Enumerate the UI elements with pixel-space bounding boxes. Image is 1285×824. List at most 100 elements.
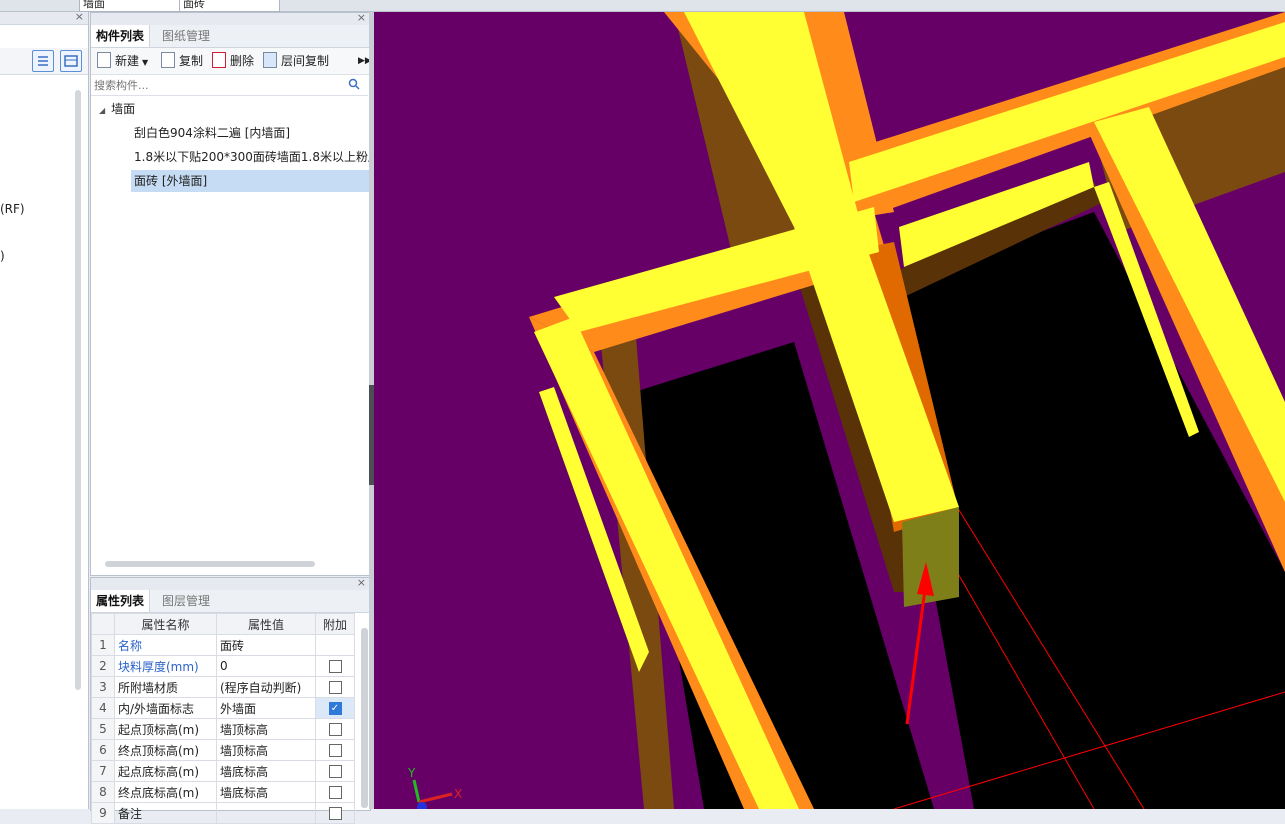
property-name: 起点底标高(m) xyxy=(114,760,217,782)
property-value[interactable]: 面砖 xyxy=(216,634,316,656)
top-cell-1[interactable]: 墙面 xyxy=(79,0,180,12)
tab-drawing-management[interactable]: 图纸管理 xyxy=(157,25,215,47)
search-icon[interactable] xyxy=(348,78,360,93)
table-row[interactable]: 4 内/外墙面标志 外墙面 ✓ xyxy=(91,697,355,719)
extra-checkbox[interactable] xyxy=(328,765,342,778)
property-value[interactable]: 墙顶标高 xyxy=(216,739,316,761)
extra-cell xyxy=(315,781,355,803)
list-view-icon[interactable] xyxy=(32,50,54,72)
table-row[interactable]: 5 起点顶标高(m) 墙顶标高 xyxy=(91,718,355,740)
property-value[interactable]: 墙顶标高 xyxy=(216,718,316,740)
grid-view-icon[interactable] xyxy=(60,50,82,72)
delete-button[interactable]: 删除 xyxy=(212,48,254,74)
collapse-triangle-icon[interactable]: ◢ xyxy=(99,106,105,115)
row-number: 5 xyxy=(91,718,115,740)
left-fragment-rf: (RF) xyxy=(0,202,25,216)
extra-cell xyxy=(315,802,355,824)
extra-checkbox[interactable] xyxy=(328,786,342,799)
property-name: 起点顶标高(m) xyxy=(114,718,217,740)
row-number: 6 xyxy=(91,739,115,761)
tab-property-list[interactable]: 属性列表 xyxy=(91,590,151,612)
close-icon[interactable]: × xyxy=(357,576,366,589)
extra-cell xyxy=(315,739,355,761)
table-row[interactable]: 6 终点顶标高(m) 墙顶标高 xyxy=(91,739,355,761)
copy-button[interactable]: 复制 xyxy=(161,48,203,74)
left-panel-toolbar xyxy=(0,48,88,75)
left-fragment-paren: ) xyxy=(0,249,5,263)
extra-cell xyxy=(315,760,355,782)
component-panel-titlebar: × xyxy=(91,11,370,25)
table-row[interactable]: 1 名称 面砖 xyxy=(91,634,355,656)
close-icon[interactable]: × xyxy=(75,10,84,23)
left-panel-titlebar: × xyxy=(0,10,88,25)
horizontal-scrollbar[interactable] xyxy=(105,561,315,567)
property-value[interactable]: (程序自动判断) xyxy=(216,676,316,698)
axis-gizmo: Y X xyxy=(407,766,462,809)
property-value[interactable]: 外墙面 xyxy=(216,697,316,719)
search-input[interactable] xyxy=(91,75,346,95)
extra-checkbox[interactable] xyxy=(328,660,342,673)
floor-copy-button[interactable]: 层间复制 xyxy=(263,48,329,74)
property-value[interactable]: 0 xyxy=(216,655,316,677)
row-number: 2 xyxy=(91,655,115,677)
table-row[interactable]: 2 块料厚度(mm) 0 xyxy=(91,655,355,677)
property-name: 内/外墙面标志 xyxy=(114,697,217,719)
table-row[interactable]: 3 所附墙材质 (程序自动判断) xyxy=(91,676,355,698)
row-number: 9 xyxy=(91,802,115,824)
tree-item-selected[interactable]: 面砖 [外墙面] xyxy=(131,170,371,192)
property-value[interactable]: 墙底标高 xyxy=(216,781,316,803)
chevron-down-icon[interactable]: ▼ xyxy=(142,58,148,67)
vertical-scrollbar[interactable] xyxy=(361,628,368,808)
table-row[interactable]: 7 起点底标高(m) 墙底标高 xyxy=(91,760,355,782)
extra-cell xyxy=(315,655,355,677)
property-value[interactable] xyxy=(216,802,316,824)
close-icon[interactable]: × xyxy=(357,11,366,24)
3d-scene[interactable]: Y X xyxy=(374,12,1285,809)
tree-item[interactable]: 1.8米以下贴200*300面砖墙面1.8米以上粉刷 xyxy=(131,146,371,168)
extra-cell xyxy=(315,634,355,656)
property-name: 所附墙材质 xyxy=(114,676,217,698)
row-number: 4 xyxy=(91,697,115,719)
extra-checkbox-checked[interactable]: ✓ xyxy=(328,702,342,715)
extra-checkbox[interactable] xyxy=(328,744,342,757)
table-row[interactable]: 8 终点底标高(m) 墙底标高 xyxy=(91,781,355,803)
left-scrollbar[interactable] xyxy=(75,90,81,690)
extra-checkbox[interactable] xyxy=(328,723,342,736)
property-name: 备注 xyxy=(114,802,217,824)
row-number: 1 xyxy=(91,634,115,656)
tree-item[interactable]: 刮白色904涂料二遍 [内墙面] xyxy=(131,122,371,144)
tab-component-list[interactable]: 构件列表 xyxy=(91,25,151,47)
tab-layer-management[interactable]: 图层管理 xyxy=(157,590,215,612)
component-list-panel: × 构件列表 图纸管理 新建▼ 复制 删除 层间复制 ▶▶ ◢墙面 刮白色904… xyxy=(90,11,372,576)
property-name: 终点顶标高(m) xyxy=(114,739,217,761)
property-table: 属性名称 属性值 附加 1 名称 面砖 2 块料厚度(mm) 0 3 所附墙材质… xyxy=(91,613,355,824)
extra-cell xyxy=(315,676,355,698)
property-name: 名称 xyxy=(114,634,217,656)
property-table-header: 属性名称 属性值 附加 xyxy=(91,613,355,635)
row-number: 3 xyxy=(91,676,115,698)
property-panel-tabs: 属性列表 图层管理 xyxy=(91,590,370,613)
new-icon xyxy=(97,52,111,68)
header-name: 属性名称 xyxy=(114,613,217,635)
delete-icon xyxy=(212,52,226,68)
axis-label-x: X xyxy=(454,787,462,801)
copy-icon xyxy=(161,52,175,68)
component-panel-tabs: 构件列表 图纸管理 xyxy=(91,25,370,48)
header-extra: 附加 xyxy=(315,613,355,635)
extra-cell: ✓ xyxy=(315,697,355,719)
3d-viewport[interactable]: Y X xyxy=(374,12,1285,809)
table-row[interactable]: 9 备注 xyxy=(91,802,355,824)
component-search xyxy=(91,75,368,96)
floor-copy-icon xyxy=(263,52,277,68)
top-strip: 墙面 面砖 xyxy=(0,0,1285,12)
extra-checkbox[interactable] xyxy=(328,681,342,694)
component-toolbar: 新建 ▼ 复制 删除 层间复制 ▶▶ xyxy=(91,48,372,75)
property-value[interactable]: 墙底标高 xyxy=(216,760,316,782)
top-cell-2[interactable]: 面砖 xyxy=(179,0,280,12)
new-button[interactable]: 新建 ▼ xyxy=(97,48,148,74)
header-value: 属性值 xyxy=(216,613,316,635)
property-panel: × 属性列表 图层管理 属性名称 属性值 附加 1 名称 面砖 2 块料厚度(m… xyxy=(90,576,371,824)
tree-root[interactable]: ◢ 墙面 xyxy=(99,98,135,120)
row-number: 8 xyxy=(91,781,115,803)
header-num xyxy=(91,613,115,635)
